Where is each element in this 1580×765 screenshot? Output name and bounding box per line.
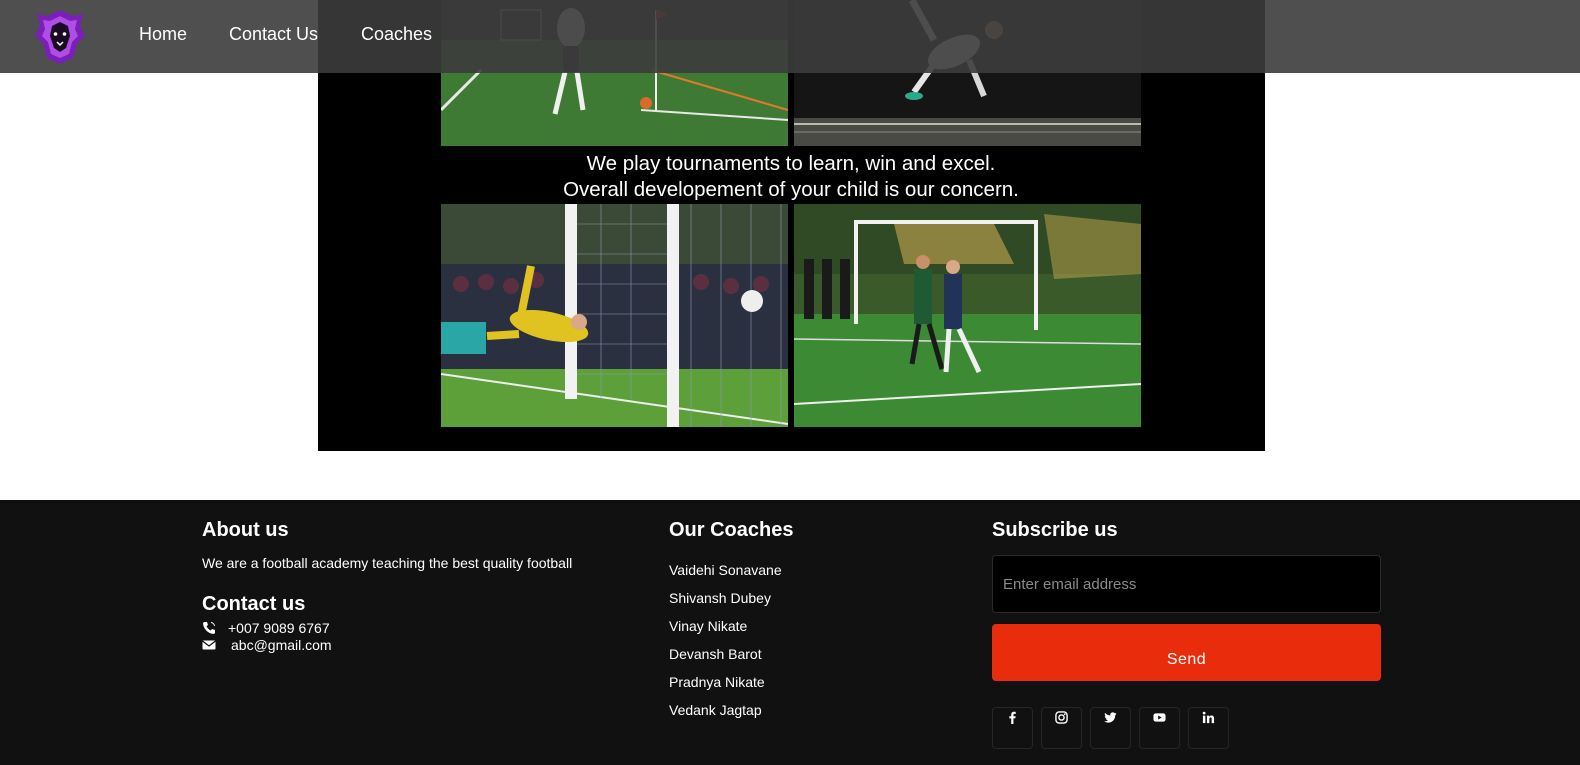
- coaches-heading: Our Coaches: [669, 519, 794, 541]
- coach-name[interactable]: Vinay Nikate: [669, 618, 782, 646]
- nav-home-link[interactable]: Home: [139, 24, 187, 45]
- top-navbar: Home Contact Us Coaches: [0, 0, 1580, 73]
- phone-icon: [202, 621, 216, 635]
- contact-phone-row: +007 9089 6767: [202, 620, 330, 636]
- youtube-icon[interactable]: [1139, 707, 1180, 749]
- about-text: We are a football academy teaching the b…: [202, 555, 573, 571]
- coach-name[interactable]: Devansh Barot: [669, 646, 782, 674]
- womens-match-photo: [794, 204, 1141, 427]
- goalkeeper-dive-photo: [441, 204, 788, 427]
- linkedin-icon[interactable]: [1188, 707, 1229, 749]
- email-input[interactable]: [992, 555, 1381, 613]
- caption-line-2: Overall developement of your child is ou…: [563, 178, 1019, 201]
- send-button[interactable]: Send: [992, 624, 1381, 681]
- contact-email-row: abc@gmail.com: [202, 637, 332, 653]
- coach-name[interactable]: Pradnya Nikate: [669, 674, 782, 702]
- coach-list: Vaidehi Sonavane Shivansh Dubey Vinay Ni…: [669, 562, 782, 730]
- contact-phone: +007 9089 6767: [228, 620, 330, 636]
- nav-contact-link[interactable]: Contact Us: [229, 24, 318, 45]
- contact-heading: Contact us: [202, 593, 306, 615]
- coach-name[interactable]: Shivansh Dubey: [669, 590, 782, 618]
- caption-line-1: We play tournaments to learn, win and ex…: [586, 152, 996, 175]
- nav-coaches-link[interactable]: Coaches: [361, 24, 432, 45]
- coach-name[interactable]: Vedank Jagtap: [669, 702, 782, 730]
- about-heading: About us: [202, 519, 289, 541]
- coach-name[interactable]: Vaidehi Sonavane: [669, 562, 782, 590]
- envelope-icon: [202, 638, 216, 652]
- twitter-icon[interactable]: [1090, 707, 1131, 749]
- contact-email[interactable]: abc@gmail.com: [231, 637, 332, 653]
- facebook-icon[interactable]: [992, 707, 1033, 749]
- lion-logo-icon[interactable]: [33, 8, 87, 66]
- instagram-icon[interactable]: [1041, 707, 1082, 749]
- gallery-caption: We play tournaments to learn, win and ex…: [441, 151, 1141, 203]
- subscribe-heading: Subscribe us: [992, 519, 1118, 541]
